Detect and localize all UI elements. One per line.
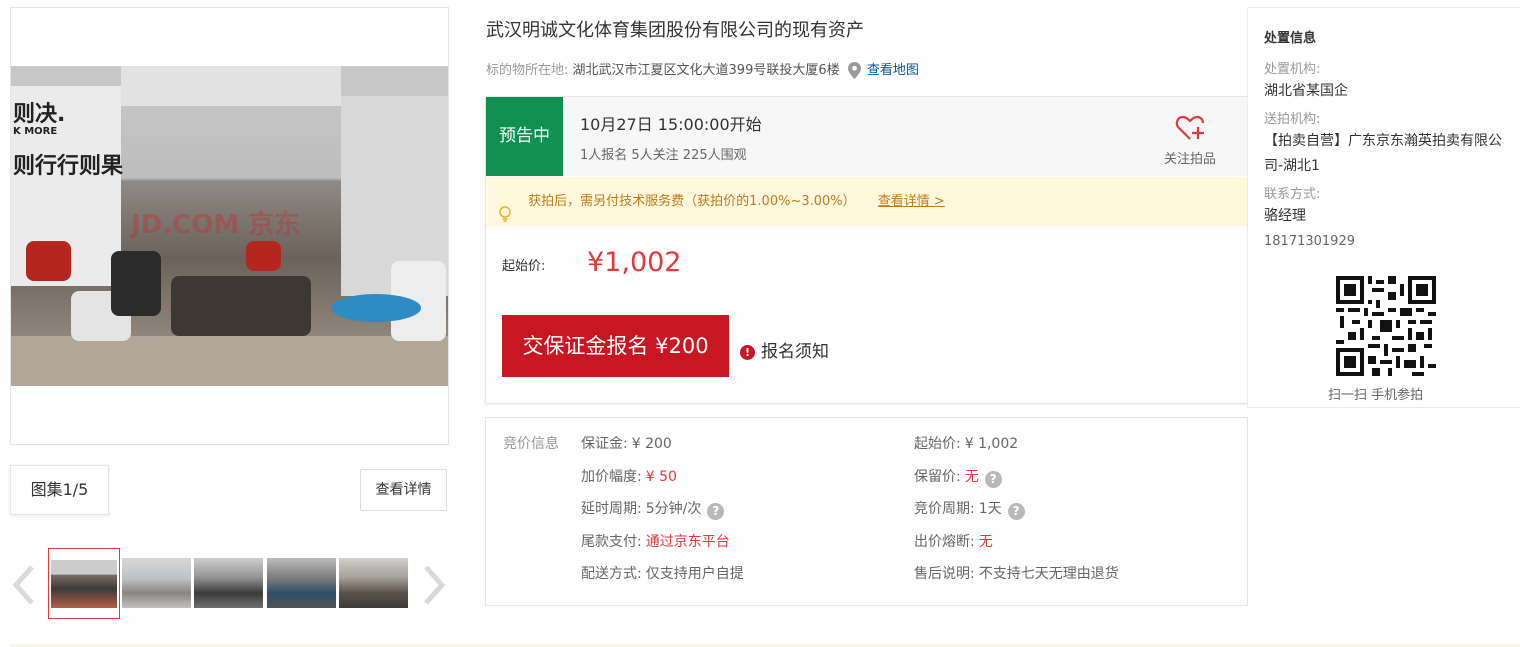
bid-row-label: 尾款支付: xyxy=(581,534,642,550)
start-price-value: ¥1,002 xyxy=(587,247,682,278)
main-image-frame[interactable]: 则决. K MORE 则行行则果 JD.COM 京东 xyxy=(10,7,449,445)
bidding-info-panel: 竞价信息 保证金: ¥ 200 加价幅度: ¥ 50 延时周期: 5分钟/次? 尾款支付: 通… xyxy=(485,417,1248,606)
location-address: 湖北武汉市江夏区文化大道399号联投大厦6楼 xyxy=(572,63,840,78)
next-arrow-icon[interactable] xyxy=(422,563,446,607)
fee-notice: 获拍后，需另付技术服务费（获拍价的1.00%~3.00%） 查看详情 > xyxy=(486,177,1247,226)
bid-row-right-1: 起始价: ¥ 1,002 xyxy=(914,433,1018,453)
thumbnail-5[interactable] xyxy=(339,558,408,608)
bid-row-value: ¥ 200 xyxy=(631,436,672,452)
item-title: 武汉明诚文化体育集团股份有限公司的现有资产 xyxy=(486,20,864,41)
bid-row-left-4: 尾款支付: 通过京东平台 xyxy=(581,531,730,551)
bid-row-value: ¥ 50 xyxy=(645,469,677,485)
bid-row-label: 保留价: xyxy=(914,469,961,485)
bid-row-left-1: 保证金: ¥ 200 xyxy=(581,433,672,453)
participation-counts: 1人报名 5人关注 225人围观 xyxy=(580,148,747,163)
follow-item-button[interactable]: 关注拍品 xyxy=(1150,113,1230,167)
registration-rules-link[interactable]: ! 报名须知 xyxy=(740,337,829,362)
bid-row-left-2: 加价幅度: ¥ 50 xyxy=(581,466,677,486)
album-counter[interactable]: 图集1/5 xyxy=(10,465,109,515)
disposal-org-value: 湖北省某国企 xyxy=(1264,83,1348,99)
bid-row-label: 加价幅度: xyxy=(581,469,642,485)
location-label: 标的物所在地: xyxy=(486,63,569,78)
bid-row-right-5: 售后说明: 不支持七天无理由退货 xyxy=(914,563,1119,583)
disposal-org-label: 处置机构: xyxy=(1264,62,1321,77)
bid-row-value: ¥ 1,002 xyxy=(964,436,1019,452)
location-line: 标的物所在地: 湖北武汉市江夏区文化大道399号联投大厦6楼 查看地图 xyxy=(486,59,919,79)
bid-row-label: 出价熔断: xyxy=(914,534,975,550)
bidding-info-title: 竞价信息 xyxy=(503,436,559,452)
start-time: 10月27日 15:00:00开始 xyxy=(580,115,762,134)
main-photo: 则决. K MORE 则行行则果 JD.COM 京东 xyxy=(11,66,448,386)
view-details-button[interactable]: 查看详情 xyxy=(360,469,447,511)
bid-row-label: 配送方式: xyxy=(581,566,642,582)
prev-arrow-icon[interactable] xyxy=(12,563,36,607)
contact-label: 联系方式: xyxy=(1264,187,1321,202)
bid-row-label: 延时周期: xyxy=(581,501,642,517)
contact-phone: 18171301929 xyxy=(1264,234,1355,249)
start-price-label: 起始价: xyxy=(502,259,546,274)
disposal-title: 处置信息 xyxy=(1264,31,1317,46)
thumbnail-1[interactable] xyxy=(48,548,120,619)
qr-caption: 扫一扫 手机参拍 xyxy=(1328,388,1424,403)
sender-org-label: 送拍机构: xyxy=(1264,112,1321,127)
bid-row-value: 无 xyxy=(964,469,979,485)
thumbnail-2[interactable] xyxy=(122,558,191,608)
help-icon[interactable]: ? xyxy=(984,471,1002,488)
registration-rules-label: 报名须知 xyxy=(761,342,829,362)
bid-row-label: 起始价: xyxy=(914,436,961,452)
help-icon[interactable]: ? xyxy=(1007,503,1025,520)
fee-notice-text: 获拍后，需另付技术服务费（获拍价的1.00%~3.00%） xyxy=(528,194,856,209)
thumbnail-3[interactable] xyxy=(194,558,263,608)
watermark: JD.COM 京东 xyxy=(131,210,301,240)
disposal-info-panel: 处置信息 处置机构: 湖北省某国企 送拍机构: 【拍卖自营】广东京东瀚英拍卖有限… xyxy=(1247,7,1520,408)
fee-details-link[interactable]: 查看详情 > xyxy=(878,194,945,209)
bid-row-value: 5分钟/次 xyxy=(645,501,702,517)
follow-label: 关注拍品 xyxy=(1163,152,1216,167)
bid-row-label: 售后说明: xyxy=(914,566,975,582)
exclamation-icon: ! xyxy=(740,345,755,360)
contact-name: 骆经理 xyxy=(1264,208,1306,224)
bid-row-right-3: 竞价周期: 1天? xyxy=(914,498,1025,520)
bid-row-value: 无 xyxy=(978,534,993,550)
bid-row-right-4: 出价熔断: 无 xyxy=(914,531,993,551)
thumbnail-4[interactable] xyxy=(267,558,336,608)
view-map-link[interactable]: 查看地图 xyxy=(867,63,919,78)
qr-code xyxy=(1336,276,1436,376)
pay-deposit-button[interactable]: 交保证金报名 ¥200 xyxy=(502,315,729,377)
map-pin-icon xyxy=(847,62,861,79)
bid-row-label: 竞价周期: xyxy=(914,501,975,517)
bid-row-value: 不支持七天无理由退货 xyxy=(978,566,1119,582)
bid-row-left-5: 配送方式: 仅支持用户自提 xyxy=(581,563,744,583)
lightbulb-icon xyxy=(498,194,512,222)
bid-row-value: 1天 xyxy=(978,501,1002,517)
sender-org-value: 【拍卖自营】广东京东瀚英拍卖有限公司-湖北1 xyxy=(1264,133,1502,174)
help-icon[interactable]: ? xyxy=(707,503,725,520)
bid-row-left-3: 延时周期: 5分钟/次? xyxy=(581,498,725,520)
status-badge: 预告中 xyxy=(486,97,563,176)
bid-row-value: 仅支持用户自提 xyxy=(645,566,744,582)
bid-row-label: 保证金: xyxy=(581,436,628,452)
bid-row-right-2: 保留价: 无? xyxy=(914,466,1002,488)
heart-plus-icon xyxy=(1174,113,1206,143)
auction-panel: 预告中 10月27日 15:00:00开始 1人报名 5人关注 225人围观 关… xyxy=(485,96,1248,404)
bid-row-value: 通过京东平台 xyxy=(645,534,730,550)
